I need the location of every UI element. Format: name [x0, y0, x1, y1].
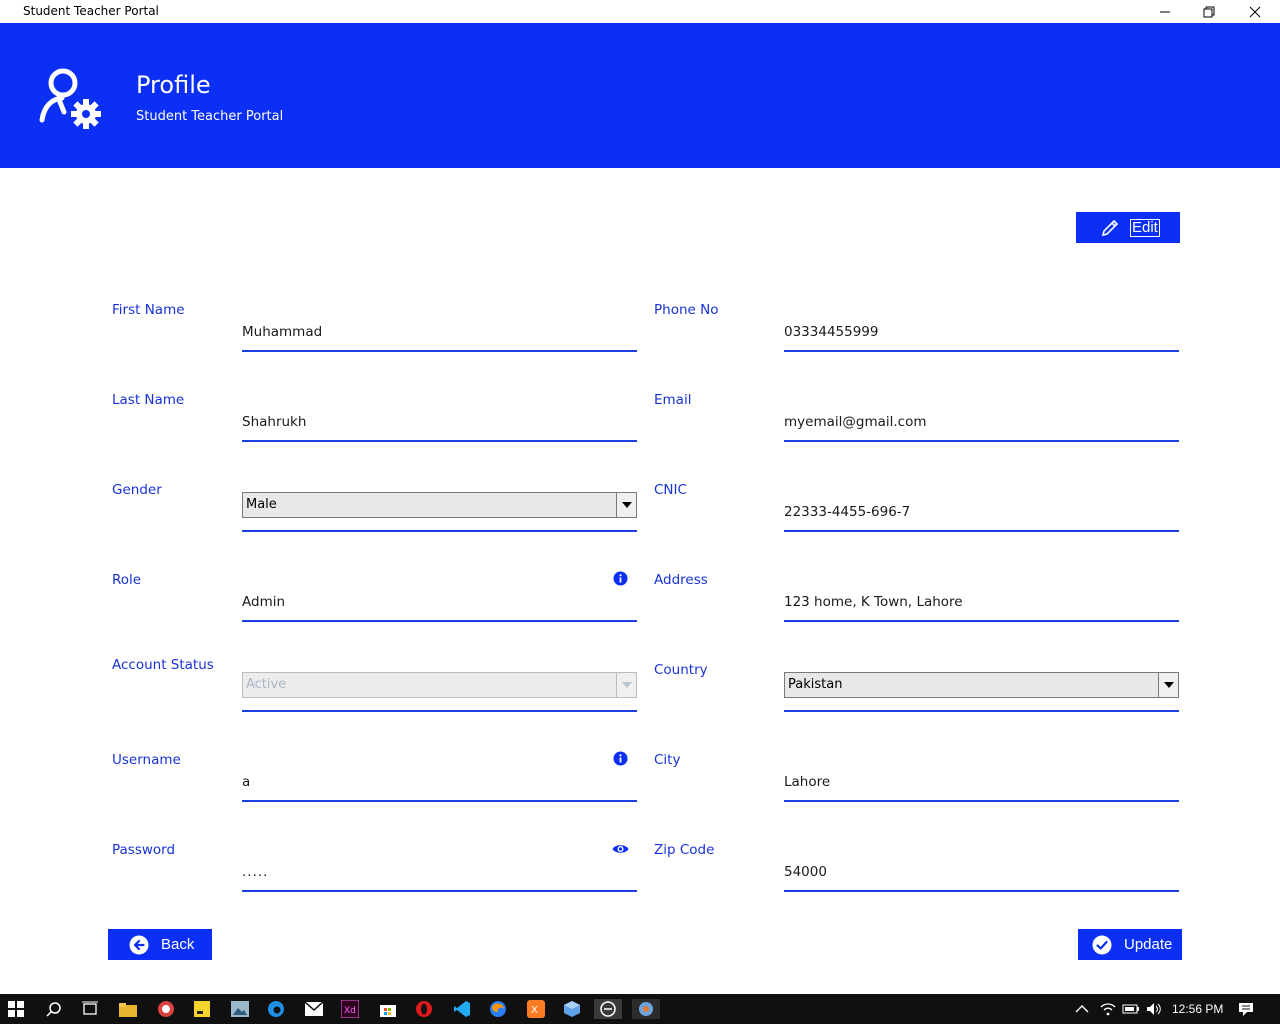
- close-icon: [1249, 6, 1261, 17]
- address-field[interactable]: 123 home, K Town, Lahore: [784, 594, 963, 610]
- adobe-xd-icon[interactable]: Xd: [340, 999, 360, 1019]
- role-label: Role: [112, 572, 142, 588]
- info-icon[interactable]: [613, 571, 628, 586]
- country-label: Country: [654, 662, 708, 678]
- password-field[interactable]: .....: [242, 864, 268, 880]
- country-select-value: Pakistan: [788, 677, 843, 692]
- chevron-down-icon[interactable]: [1158, 673, 1178, 697]
- username-field[interactable]: a: [242, 774, 250, 790]
- zip-code-field[interactable]: 54000: [784, 864, 827, 880]
- cnic-underline: [784, 530, 1179, 532]
- taskbar-clock[interactable]: 12:56 PM: [1172, 1002, 1223, 1016]
- password-label: Password: [112, 842, 176, 858]
- city-field[interactable]: Lahore: [784, 774, 830, 790]
- city-underline: [784, 800, 1179, 802]
- java-app-icon[interactable]: [632, 999, 660, 1019]
- account-status-select: Active: [242, 672, 637, 698]
- cnic-label: CNIC: [654, 482, 687, 498]
- taskbar: Xd X 12:56 PM: [0, 994, 1280, 1024]
- active-app-icon[interactable]: [594, 999, 622, 1019]
- eye-icon[interactable]: [612, 843, 629, 855]
- zip-code-label: Zip Code: [654, 842, 715, 858]
- account-status-label: Account Status: [112, 657, 214, 673]
- address-label: Address: [654, 572, 708, 588]
- chevron-down-icon[interactable]: [616, 493, 636, 517]
- role-underline: [242, 620, 637, 622]
- first-name-field[interactable]: Muhammad: [242, 324, 322, 340]
- minimize-icon: [1160, 11, 1170, 12]
- windows-start-icon[interactable]: [6, 999, 26, 1019]
- window-title: Student Teacher Portal: [23, 4, 159, 18]
- gender-select[interactable]: Male: [242, 492, 637, 518]
- update-button-label: Update: [1124, 936, 1173, 953]
- account-status-underline: [242, 710, 637, 712]
- back-arrow-icon: [129, 935, 149, 954]
- store-icon[interactable]: [378, 999, 398, 1019]
- phone-underline: [784, 350, 1179, 352]
- restore-button[interactable]: [1186, 0, 1232, 23]
- back-button[interactable]: Back: [108, 929, 212, 960]
- restore-icon: [1203, 6, 1215, 17]
- country-select[interactable]: Pakistan: [784, 672, 1179, 698]
- chevron-up-icon[interactable]: [1072, 999, 1092, 1019]
- edge-browser-icon[interactable]: [266, 999, 286, 1019]
- email-label: Email: [654, 392, 692, 408]
- volume-icon[interactable]: [1144, 999, 1164, 1019]
- mail-icon[interactable]: [304, 999, 324, 1019]
- phone-label: Phone No: [654, 302, 719, 318]
- gender-underline: [242, 530, 637, 532]
- password-underline: [242, 890, 637, 892]
- user-gear-icon: [39, 68, 101, 129]
- page-header: Profile Student Teacher Portal: [0, 23, 1280, 168]
- email-field[interactable]: myemail@gmail.com: [784, 414, 927, 430]
- wifi-icon[interactable]: [1098, 999, 1118, 1019]
- update-button[interactable]: Update: [1078, 929, 1182, 960]
- edit-button-label: Edit: [1130, 218, 1160, 237]
- file-explorer-icon[interactable]: [118, 999, 138, 1019]
- username-label: Username: [112, 752, 181, 768]
- xampp-icon[interactable]: X: [526, 999, 546, 1019]
- app-icon-red[interactable]: [156, 999, 176, 1019]
- account-status-select-value: Active: [246, 677, 287, 692]
- check-circle-icon: [1092, 935, 1112, 954]
- email-underline: [784, 440, 1179, 442]
- edit-button[interactable]: Edit: [1076, 212, 1180, 243]
- last-name-label: Last Name: [112, 392, 185, 408]
- svg-text:X: X: [531, 1005, 538, 1016]
- country-underline: [784, 710, 1179, 712]
- pencil-icon: [1101, 219, 1119, 236]
- svg-text:Xd: Xd: [344, 1006, 356, 1016]
- role-field[interactable]: Admin: [242, 594, 285, 610]
- last-name-underline: [242, 440, 637, 442]
- first-name-label: First Name: [112, 302, 185, 318]
- window-titlebar: Student Teacher Portal: [0, 0, 1280, 23]
- gender-label: Gender: [112, 482, 162, 498]
- minimize-button[interactable]: [1142, 0, 1188, 23]
- close-button[interactable]: [1232, 0, 1278, 23]
- search-icon[interactable]: [44, 999, 64, 1019]
- username-underline: [242, 800, 637, 802]
- back-button-label: Back: [161, 936, 195, 953]
- phone-field[interactable]: 03334455999: [784, 324, 878, 340]
- task-view-icon[interactable]: [80, 999, 100, 1019]
- photos-icon[interactable]: [230, 999, 250, 1019]
- vscode-icon[interactable]: [452, 999, 472, 1019]
- opera-icon[interactable]: [414, 999, 434, 1019]
- zip-code-underline: [784, 890, 1179, 892]
- cnic-field[interactable]: 22333-4455-696-7: [784, 504, 910, 520]
- firefox-icon[interactable]: [488, 999, 508, 1019]
- info-icon[interactable]: [613, 751, 628, 766]
- address-underline: [784, 620, 1179, 622]
- page-title: Profile: [136, 71, 211, 99]
- gender-select-value: Male: [246, 497, 277, 512]
- sticky-notes-icon[interactable]: [192, 999, 212, 1019]
- chevron-down-icon: [616, 673, 636, 697]
- page-subtitle: Student Teacher Portal: [136, 109, 284, 124]
- last-name-field[interactable]: Shahrukh: [242, 414, 306, 430]
- notifications-icon[interactable]: [1236, 999, 1256, 1019]
- virtualbox-icon[interactable]: [562, 999, 582, 1019]
- battery-icon[interactable]: [1121, 999, 1141, 1019]
- first-name-underline: [242, 350, 637, 352]
- city-label: City: [654, 752, 681, 768]
